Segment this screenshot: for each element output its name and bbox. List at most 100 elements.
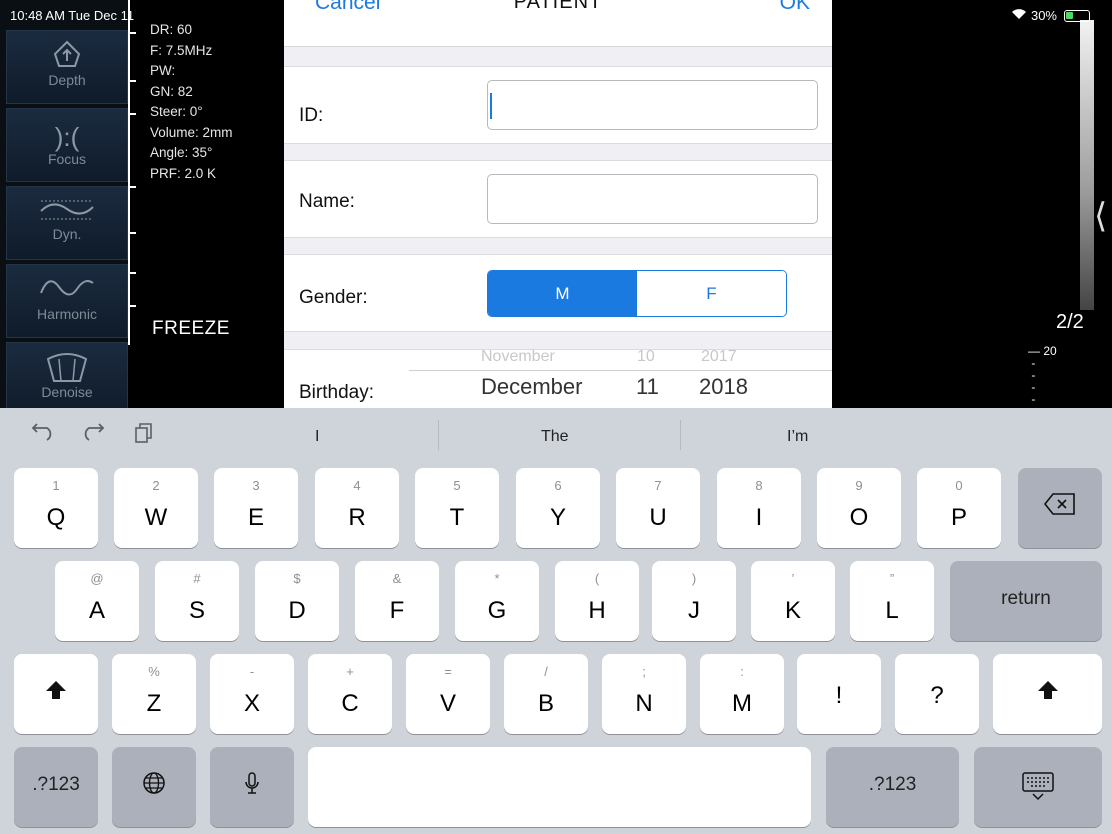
- sidebar-item-harmonic[interactable]: Harmonic: [6, 264, 128, 338]
- param-frequency: F: 7.5MHz: [150, 42, 213, 58]
- param-prf: PRF: 2.0 K: [150, 165, 217, 181]
- name-field[interactable]: [487, 174, 818, 224]
- param-pw: PW:: [150, 63, 176, 78]
- space-bar[interactable]: [308, 747, 811, 827]
- picker-prev-year: 2017: [701, 348, 737, 365]
- on-screen-keyboard: I The I’m 1Q 2W 3E 4R 5T 6Y 7U 8I 9O 0P …: [0, 408, 1112, 834]
- birthday-label: Birthday:: [299, 382, 374, 403]
- suggestion-1[interactable]: I: [315, 428, 319, 446]
- shift-icon: [993, 678, 1102, 709]
- dialog-header: Cancel PATIENT OK: [284, 0, 832, 47]
- key-r[interactable]: 4R: [315, 468, 399, 548]
- key-l[interactable]: ” L: [850, 561, 934, 641]
- hide-keyboard-key[interactable]: [974, 747, 1102, 827]
- imaging-parameters: DR: 60 F: 7.5MHz PW: GN: 82 Steer: 0° Vo…: [150, 6, 233, 184]
- key-question[interactable]: ?: [895, 654, 979, 734]
- key-w[interactable]: 2W: [114, 468, 198, 548]
- key-h[interactable]: (H: [555, 561, 639, 641]
- shift-icon: [14, 678, 98, 709]
- birthday-date-picker[interactable]: November 10 2017 December 11 2018: [409, 348, 832, 408]
- sidebar-item-depth[interactable]: Depth: [6, 30, 128, 104]
- sidebar-item-denoise[interactable]: Denoise: [6, 342, 128, 416]
- key-u[interactable]: 7U: [616, 468, 700, 548]
- sidebar-item-label: Harmonic: [37, 306, 97, 322]
- ok-button[interactable]: OK: [780, 0, 810, 15]
- scale-tick: [128, 272, 136, 274]
- dictation-key[interactable]: [210, 747, 294, 827]
- status-time: 10:48 AM Tue Dec 11: [10, 8, 135, 23]
- gender-segmented-control: M F: [487, 270, 787, 317]
- key-k[interactable]: ’ K: [751, 561, 835, 641]
- picker-day[interactable]: 11: [636, 374, 659, 400]
- scale-tick: [128, 186, 136, 188]
- key-y[interactable]: 6Y: [516, 468, 600, 548]
- shift-key-right[interactable]: [993, 654, 1102, 734]
- key-t[interactable]: 5T: [415, 468, 499, 548]
- key-a[interactable]: @ A: [55, 561, 139, 641]
- key-b[interactable]: / B: [504, 654, 588, 734]
- picker-selection-line: [409, 370, 832, 371]
- globe-key[interactable]: [112, 747, 196, 827]
- gender-label: Gender:: [299, 287, 368, 308]
- numbers-key-right[interactable]: .?123: [826, 747, 959, 827]
- suggestion-divider: [438, 420, 439, 450]
- sidebar: Depth ):( Focus Dyn. Harmonic Denoise: [0, 0, 128, 416]
- depth-scale: [128, 0, 130, 345]
- id-label: ID:: [299, 105, 324, 126]
- key-v[interactable]: = V: [406, 654, 490, 734]
- delete-key[interactable]: [1018, 468, 1102, 548]
- key-p[interactable]: 0P: [917, 468, 1001, 548]
- numbers-key-left[interactable]: .?123: [14, 747, 98, 827]
- id-row: ID:: [284, 66, 832, 144]
- picker-month[interactable]: December: [481, 374, 582, 400]
- key-i[interactable]: 8I: [717, 468, 801, 548]
- param-steer: Steer: 0°: [150, 104, 203, 119]
- return-key[interactable]: return: [950, 561, 1102, 641]
- key-exclamation[interactable]: !: [797, 654, 881, 734]
- sidebar-item-label: Focus: [47, 151, 87, 167]
- redo-icon[interactable]: [80, 422, 106, 448]
- param-angle: Angle: 35°: [150, 145, 213, 160]
- undo-icon[interactable]: [30, 422, 56, 448]
- key-z[interactable]: % Z: [112, 654, 196, 734]
- gray-scale-bar: [1080, 20, 1094, 310]
- key-s[interactable]: # S: [155, 561, 239, 641]
- suggestion-2[interactable]: The: [541, 428, 569, 446]
- key-g[interactable]: * G: [455, 561, 539, 641]
- key-f[interactable]: & F: [355, 561, 439, 641]
- sidebar-item-label: Depth: [48, 72, 86, 88]
- key-m[interactable]: :M: [700, 654, 784, 734]
- scale-tick: [128, 232, 136, 234]
- sidebar-item-focus[interactable]: ):( Focus: [6, 108, 128, 182]
- keyboard-hide-icon: [974, 771, 1102, 808]
- suggestion-divider: [680, 420, 681, 450]
- paste-icon[interactable]: [134, 422, 154, 450]
- screen: 10:48 AM Tue Dec 11 30% Depth ):( Focus: [0, 0, 1112, 834]
- id-field[interactable]: [487, 80, 818, 130]
- suggestion-3[interactable]: I’m: [787, 428, 808, 446]
- scale-tick: [128, 305, 136, 307]
- gender-female-option[interactable]: F: [637, 271, 786, 316]
- key-n[interactable]: ; N: [602, 654, 686, 734]
- key-o[interactable]: 9O: [817, 468, 901, 548]
- chevron-left-icon[interactable]: ⟨: [1094, 196, 1107, 236]
- scale-tick: [128, 80, 136, 82]
- key-e[interactable]: 3E: [214, 468, 298, 548]
- key-j[interactable]: ) J: [652, 561, 736, 641]
- status-indicators: 30%: [1011, 8, 1090, 23]
- scale-value: 20: [1043, 344, 1057, 358]
- sidebar-item-dyn[interactable]: Dyn.: [6, 186, 128, 260]
- scale-tick: [128, 32, 136, 34]
- key-q[interactable]: 1Q: [14, 468, 98, 548]
- sidebar-item-label: Denoise: [41, 384, 93, 400]
- key-x[interactable]: -X: [210, 654, 294, 734]
- right-scale: — 20 - - - -: [1028, 344, 1057, 406]
- image-area: [833, 0, 1112, 408]
- key-c[interactable]: + C: [308, 654, 392, 734]
- dynamic-range-icon: [40, 200, 94, 220]
- picker-year[interactable]: 2018: [699, 374, 748, 400]
- gender-male-option[interactable]: M: [488, 271, 637, 316]
- keyboard-shortcut-bar: I The I’m: [0, 408, 1112, 462]
- key-d[interactable]: $ D: [255, 561, 339, 641]
- shift-key-left[interactable]: [14, 654, 98, 734]
